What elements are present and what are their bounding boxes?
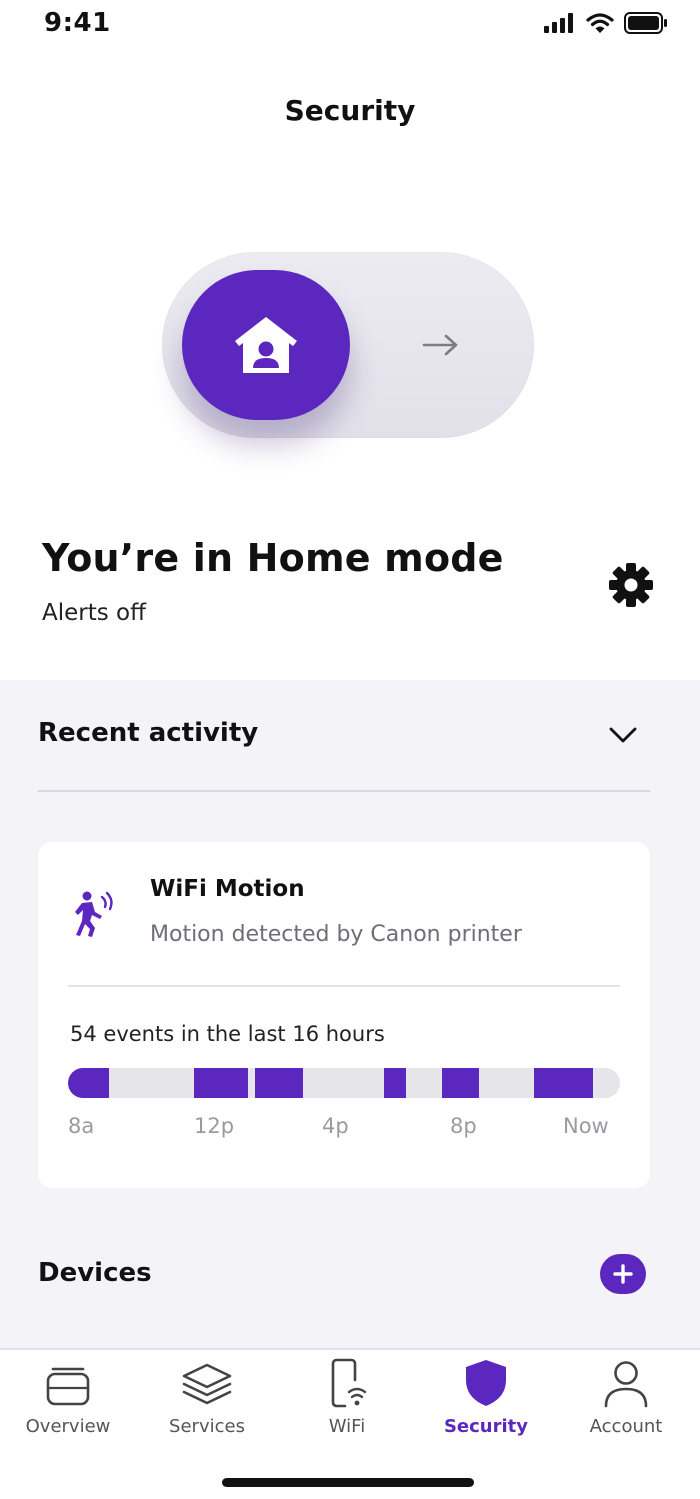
status-time: 9:41: [44, 8, 111, 38]
wifi-icon: [586, 13, 614, 33]
recent-activity-title[interactable]: Recent activity: [38, 718, 258, 748]
overview-icon: [46, 1367, 90, 1406]
timeline-tick: Now: [563, 1114, 609, 1138]
mode-subtitle: Alerts off: [42, 600, 146, 626]
timeline-segment: [442, 1068, 479, 1098]
timeline-tick: 8p: [450, 1114, 477, 1138]
battery-icon: [624, 12, 667, 34]
chevron-down-icon[interactable]: [608, 724, 638, 746]
nav-item-overview[interactable]: Overview: [0, 1356, 138, 1446]
status-icons: [544, 12, 668, 34]
card-divider: [68, 985, 620, 987]
nav-label: Account: [589, 1416, 663, 1437]
wifi-nav-icon: [331, 1358, 367, 1408]
security-shield-icon: [466, 1360, 506, 1406]
devices-title: Devices: [38, 1258, 152, 1288]
timeline-segment: [534, 1068, 593, 1098]
mode-toggle-knob[interactable]: [182, 270, 350, 420]
page-title: Security: [284, 94, 416, 127]
card-title: WiFi Motion: [150, 876, 305, 902]
motion-icon: [75, 891, 113, 937]
timeline-segment: [384, 1068, 406, 1098]
nav-label: Security: [443, 1416, 529, 1437]
account-icon: [604, 1361, 648, 1408]
timeline-tick: 4p: [322, 1114, 349, 1138]
nav-item-services[interactable]: Services: [137, 1356, 277, 1446]
gear-icon[interactable]: [606, 560, 656, 610]
events-label: 54 events in the last 16 hours: [70, 1022, 385, 1046]
nav-label: WiFi: [328, 1416, 366, 1437]
nav-item-account[interactable]: Account: [556, 1356, 696, 1446]
section-divider: [38, 790, 650, 792]
activity-timeline: [68, 1068, 620, 1098]
add-device-button[interactable]: [600, 1254, 646, 1294]
timeline-segment: [255, 1068, 303, 1098]
nav-label: Overview: [25, 1416, 111, 1437]
home-indicator[interactable]: [222, 1478, 474, 1487]
timeline-tick: 12p: [194, 1114, 235, 1138]
nav-item-security[interactable]: Security: [416, 1356, 556, 1446]
arrow-right-icon: [422, 334, 458, 356]
nav-item-wifi[interactable]: WiFi: [277, 1356, 417, 1446]
nav-label: Services: [169, 1416, 245, 1437]
timeline-segment: [194, 1068, 248, 1098]
home-person-icon: [235, 317, 297, 373]
card-subtitle: Motion detected by Canon printer: [150, 922, 522, 947]
services-icon: [182, 1363, 232, 1405]
security-screen: 9:41 Security You’re in Home mode Alerts…: [0, 0, 700, 1499]
plus-icon: [613, 1264, 633, 1284]
mode-title: You’re in Home mode: [42, 536, 504, 580]
signal-icon: [544, 13, 573, 33]
timeline-segment: [68, 1068, 109, 1098]
timeline-tick: 8a: [68, 1114, 95, 1138]
